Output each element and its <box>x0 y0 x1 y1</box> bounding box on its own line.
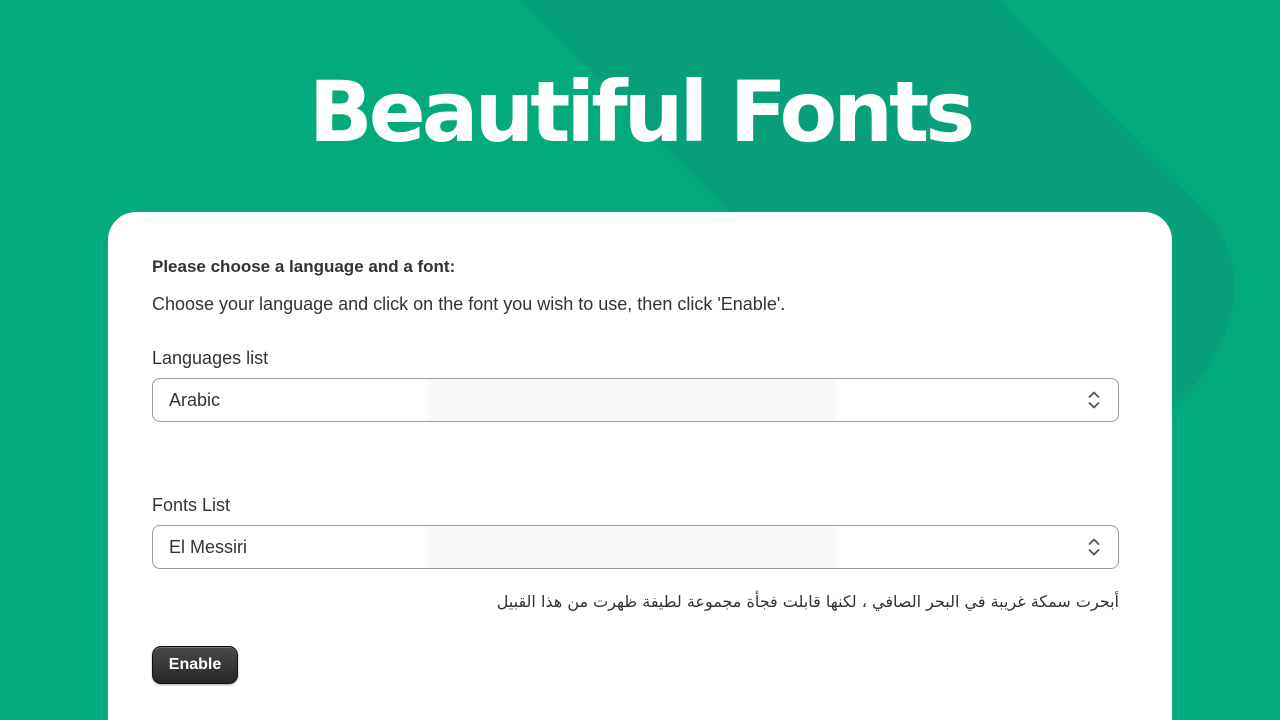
languages-selected-value: Arabic <box>169 389 221 410</box>
form-instructions: Choose your language and click on the fo… <box>152 294 786 314</box>
fonts-list-label: Fonts List <box>152 495 231 515</box>
fonts-selected-value: El Messiri <box>169 536 248 557</box>
hero-title: Beautiful Fonts <box>308 63 975 161</box>
enable-button[interactable]: Enable <box>152 646 238 684</box>
fonts-select[interactable]: El Messiri <box>152 525 1119 569</box>
chevron-up-down-icon <box>1088 391 1100 409</box>
languages-select[interactable]: Arabic <box>152 378 1119 422</box>
languages-list-label: Languages list <box>152 348 269 368</box>
font-preview-text: أبحرت سمكة غريبة في البحر الصافي ، لكنها… <box>496 592 1119 611</box>
chevron-up-down-icon <box>1088 538 1100 556</box>
font-settings-card: Please choose a language and a font: Cho… <box>108 212 1172 720</box>
form-heading: Please choose a language and a font: <box>152 257 456 276</box>
